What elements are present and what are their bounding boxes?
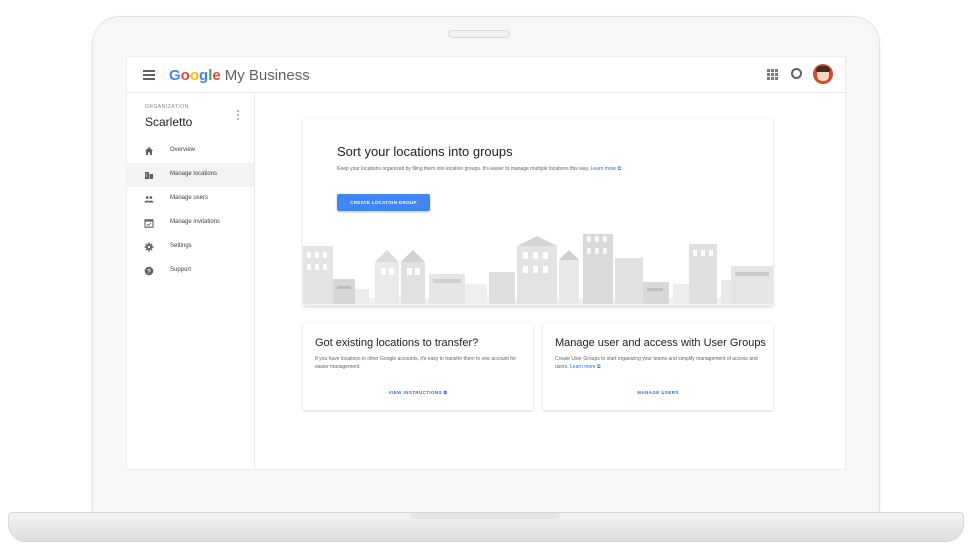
- sidebar-item-label: Settings: [170, 243, 192, 249]
- app-screen: Google My Business ORGANIZATION Scarletto…: [126, 56, 846, 470]
- organization-label: ORGANIZATION: [145, 104, 189, 110]
- card-description: Keep your locations organized by filing …: [337, 166, 637, 174]
- card-description: Create User Groups to start organizing y…: [555, 356, 760, 371]
- buildings-icon: [144, 170, 154, 180]
- google-wordmark-letter: o: [180, 67, 190, 84]
- sidebar-item-settings[interactable]: Settings: [127, 235, 254, 259]
- google-wordmark: Google: [169, 67, 221, 84]
- sidebar-item-label: Manage invitations: [170, 219, 221, 225]
- sidebar-nav: Overview Manage locations Manage users M…: [127, 139, 254, 283]
- card-title: Manage user and access with User Groups: [555, 337, 766, 349]
- sidebar-item-label: Manage users: [170, 195, 209, 201]
- laptop-base-groove: [410, 513, 560, 519]
- open-in-new-icon: ⧉: [443, 390, 448, 395]
- transfer-locations-card: Got existing locations to transfer? If y…: [303, 323, 533, 410]
- google-wordmark-letter: g: [199, 67, 209, 84]
- card-title: Got existing locations to transfer?: [315, 337, 479, 349]
- sidebar-item-label: Support: [170, 267, 192, 273]
- location-groups-card: Sort your locations into groups Keep you…: [303, 118, 773, 306]
- learn-more-label: Learn more: [570, 363, 596, 370]
- google-wordmark-letter: e: [212, 67, 221, 84]
- more-vert-icon[interactable]: [237, 110, 240, 123]
- account-avatar[interactable]: [813, 64, 833, 84]
- card-title: Sort your locations into groups: [337, 144, 513, 159]
- sidebar-item-manage-locations[interactable]: Manage locations: [127, 163, 254, 187]
- svg-text:?: ?: [147, 268, 151, 275]
- home-icon: [144, 146, 154, 156]
- menu-icon[interactable]: [143, 70, 155, 80]
- camera-notch: [448, 30, 510, 38]
- view-instructions-button[interactable]: VIEW INSTRUCTIONS ⧉: [303, 390, 533, 395]
- gear-icon: [144, 242, 154, 252]
- sidebar-item-support[interactable]: ? Support: [127, 259, 254, 283]
- view-instructions-label: VIEW INSTRUCTIONS: [388, 390, 443, 395]
- users-icon: [144, 194, 154, 204]
- avatar-hair: [816, 66, 830, 72]
- learn-more-label: Learn more: [590, 166, 617, 172]
- sidebar-item-label: Overview: [170, 147, 196, 153]
- open-in-new-icon: ⧉: [617, 166, 622, 172]
- manage-users-button[interactable]: MANAGE USERS: [543, 390, 773, 395]
- product-name: My Business: [224, 67, 310, 84]
- google-wordmark-letter: o: [189, 67, 200, 84]
- sidebar-item-manage-users[interactable]: Manage users: [127, 187, 254, 211]
- create-location-group-button[interactable]: CREATE LOCATION GROUP: [337, 194, 430, 211]
- apps-grid-icon[interactable]: [767, 69, 778, 80]
- top-app-bar: Google My Business: [127, 57, 845, 93]
- sidebar-item-label: Manage locations: [170, 171, 218, 177]
- card-description: If you have locations in other Google ac…: [315, 356, 517, 370]
- sidebar: ORGANIZATION Scarletto Overview Manage l…: [127, 94, 255, 469]
- organization-name: Scarletto: [145, 115, 193, 129]
- user-groups-card: Manage user and access with User Groups …: [543, 323, 773, 410]
- google-wordmark-letter: G: [169, 67, 181, 84]
- sidebar-item-manage-invitations[interactable]: Manage invitations: [127, 211, 254, 235]
- help-icon: ?: [144, 266, 154, 276]
- app-logo[interactable]: Google My Business: [169, 67, 310, 84]
- learn-more-link[interactable]: Learn more ⧉: [570, 364, 601, 370]
- card-description-text: Keep your locations organized by filing …: [337, 166, 590, 172]
- open-in-new-icon: ⧉: [596, 363, 601, 370]
- city-illustration: [303, 234, 773, 306]
- sidebar-item-overview[interactable]: Overview: [127, 139, 254, 163]
- learn-more-link[interactable]: Learn more ⧉: [591, 166, 622, 172]
- notifications-icon[interactable]: [791, 68, 802, 79]
- calendar-icon: [144, 218, 154, 228]
